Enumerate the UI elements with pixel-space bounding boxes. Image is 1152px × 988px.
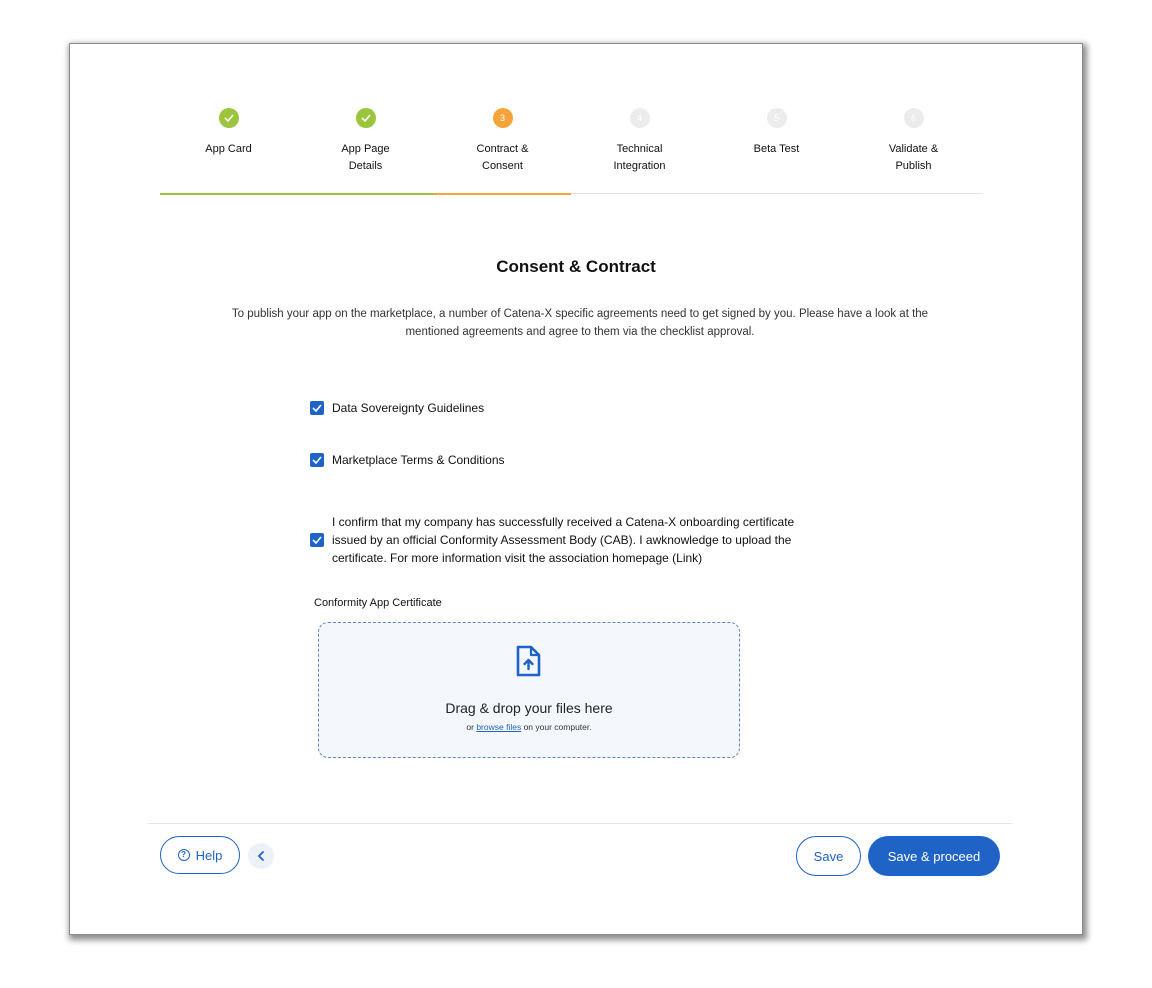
agreement-data-sovereignty[interactable]: Data Sovereignty Guidelines <box>310 401 484 415</box>
dropzone-title: Drag & drop your files here <box>445 700 613 716</box>
help-button[interactable]: ? Help <box>160 836 240 874</box>
checkbox-checked-icon[interactable] <box>310 453 324 467</box>
page-intro: To publish your app on the marketplace, … <box>231 308 929 338</box>
upload-field-label: Conformity App Certificate <box>314 597 442 609</box>
file-dropzone[interactable]: Drag & drop your files here or browse fi… <box>318 622 740 758</box>
help-label: Help <box>195 847 223 863</box>
step-check-icon <box>355 108 376 128</box>
checkbox-checked-icon[interactable] <box>310 533 324 547</box>
step-validate-publish[interactable]: 6 Validate & Publish <box>845 108 982 175</box>
stepper-progress-done <box>160 193 434 195</box>
agreement-label: I confirm that my company has successful… <box>332 515 795 565</box>
step-technical-integration[interactable]: 4 Technical Integration <box>571 108 708 175</box>
agreement-marketplace-terms[interactable]: Marketplace Terms & Conditions <box>310 453 505 467</box>
step-number: 3 <box>492 108 513 128</box>
release-stepper: App Card App Page Details 3 Contract & C… <box>160 108 982 188</box>
chevron-left-icon <box>257 851 264 861</box>
agreement-cab-certificate[interactable]: I confirm that my company has successful… <box>310 513 832 567</box>
step-number: 4 <box>629 108 650 128</box>
page-title: Consent & Contract <box>496 257 656 276</box>
file-upload-icon <box>515 645 541 682</box>
step-label: Technical Integration <box>613 143 666 172</box>
step-app-page-details[interactable]: App Page Details <box>297 108 434 175</box>
step-check-icon <box>218 108 239 128</box>
step-label: App Page Details <box>341 143 390 172</box>
step-contract-consent[interactable]: 3 Contract & Consent <box>434 108 571 175</box>
step-label: Contract & Consent <box>476 143 529 172</box>
checkbox-checked-icon[interactable] <box>310 401 324 415</box>
agreement-label: Data Sovereignty Guidelines <box>332 401 485 415</box>
back-button[interactable] <box>248 843 274 869</box>
step-label: Validate & Publish <box>888 143 939 172</box>
step-label: App Card <box>205 143 252 155</box>
step-beta-test[interactable]: 5 Beta Test <box>708 108 845 158</box>
footer-divider <box>148 823 1012 824</box>
browse-files-link[interactable]: browse files <box>476 722 521 732</box>
dropzone-sub-prefix: or <box>466 722 477 732</box>
stepper-progress-active <box>434 193 571 195</box>
help-icon: ? <box>177 849 190 861</box>
step-number: 5 <box>766 108 787 128</box>
save-button[interactable]: Save <box>796 836 861 876</box>
save-and-proceed-button[interactable]: Save & proceed <box>868 836 1000 876</box>
step-app-card[interactable]: App Card <box>160 108 297 158</box>
app-release-window: App Card App Page Details 3 Contract & C… <box>70 44 1082 934</box>
agreement-label: Marketplace Terms & Conditions <box>332 453 505 467</box>
step-label: Beta Test <box>753 143 800 155</box>
step-number: 6 <box>903 108 924 128</box>
dropzone-sub-suffix: on your computer. <box>521 722 592 732</box>
dropzone-subtitle: or browse files on your computer. <box>319 722 739 732</box>
